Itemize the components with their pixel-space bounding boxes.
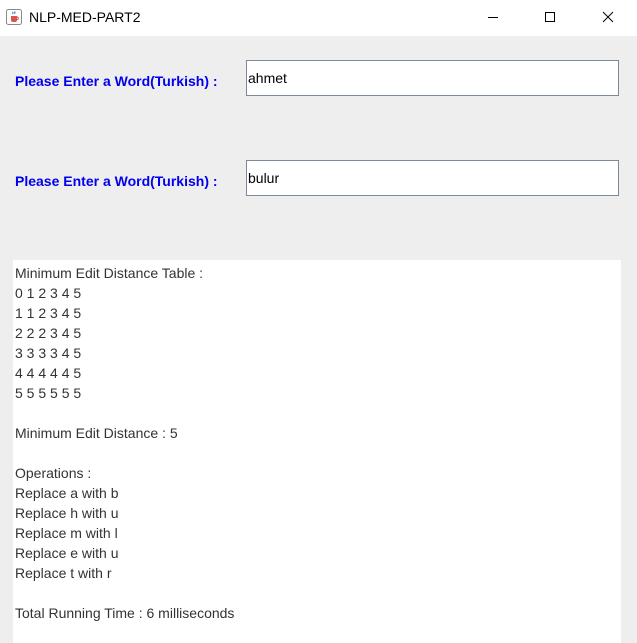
table-row: 2 2 2 3 4 5 (15, 325, 82, 341)
operation-item: Replace e with u (15, 545, 119, 561)
maximize-icon (545, 12, 555, 22)
table-row: 3 3 3 3 4 5 (15, 345, 82, 361)
minimize-button[interactable] (470, 0, 516, 34)
table-row: 4 4 4 4 4 5 (15, 365, 82, 381)
java-coffee-cup-icon (6, 9, 22, 25)
second-word-label: Please Enter a Word(Turkish) : (15, 173, 218, 189)
close-button[interactable] (585, 0, 631, 34)
maximize-button[interactable] (527, 0, 573, 34)
table-heading: Minimum Edit Distance Table : (15, 265, 204, 281)
operation-item: Replace a with b (15, 485, 119, 501)
operations-heading: Operations : (15, 465, 92, 481)
first-word-label: Please Enter a Word(Turkish) : (15, 73, 218, 89)
first-word-input[interactable] (246, 60, 619, 96)
table-row: 1 1 2 3 4 5 (15, 305, 82, 321)
table-row: 5 5 5 5 5 5 (15, 385, 82, 401)
minimize-icon (488, 17, 498, 18)
title-bar: NLP-MED-PART2 (0, 0, 637, 36)
distance-result: Minimum Edit Distance : 5 (15, 425, 178, 441)
operation-item: Replace t with r (15, 565, 112, 581)
main-panel: Please Enter a Word(Turkish) : Please En… (0, 36, 637, 643)
close-icon (602, 11, 614, 23)
running-time: Total Running Time : 6 milliseconds (15, 605, 235, 621)
window-title: NLP-MED-PART2 (29, 9, 141, 25)
second-word-input[interactable] (246, 160, 619, 196)
table-row: 0 1 2 3 4 5 (15, 285, 82, 301)
operation-item: Replace h with u (15, 505, 119, 521)
result-text-area[interactable]: Minimum Edit Distance Table : 0 1 2 3 4 … (13, 260, 621, 643)
operation-item: Replace m with l (15, 525, 118, 541)
